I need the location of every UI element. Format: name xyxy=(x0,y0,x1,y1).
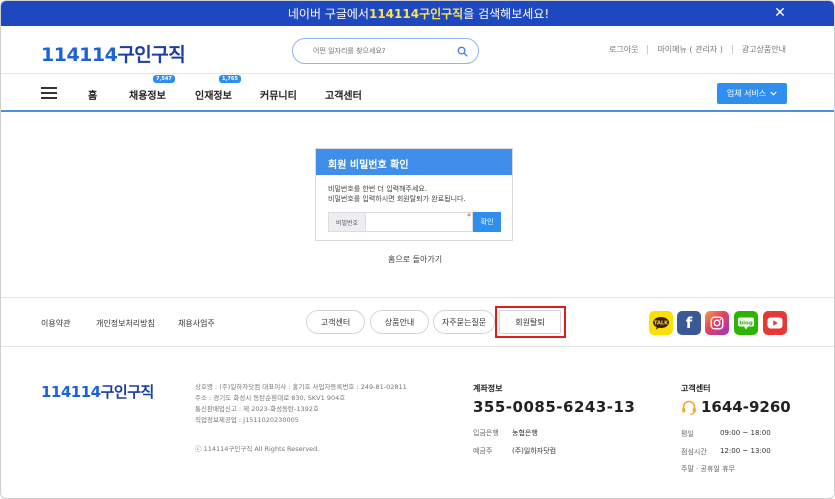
weekday-value: 09:00 ~ 18:00 xyxy=(720,429,771,437)
holder-label: 예금주 xyxy=(473,447,493,455)
password-confirm-card: 회원 비밀번호 확인 비밀번호를 한번 더 입력해주세요. 비밀번호를 입력하시… xyxy=(315,148,513,241)
card-title: 회원 비밀번호 확인 xyxy=(316,149,512,175)
pill-customer-center[interactable]: 고객센터 xyxy=(306,310,365,334)
business-info-line: 직업정보제공업 : J1511020230005 xyxy=(195,416,299,424)
ad-products-link[interactable]: 광고상품안내 xyxy=(742,44,786,55)
headset-icon xyxy=(682,400,696,415)
nav-divider-top xyxy=(1,73,834,74)
youtube-icon[interactable] xyxy=(763,311,787,335)
nav-item-label: 채용정보 xyxy=(129,91,166,102)
business-info-line: 주소 : 경기도 화성시 동탄순환대로 830, SKV1 904호 xyxy=(195,394,346,402)
weekday-hours-row: 평일 09:00 ~ 18:00 xyxy=(681,429,771,439)
youtube-play-icon xyxy=(767,317,783,329)
nav-item-label: 고객센터 xyxy=(325,91,362,102)
logout-link[interactable]: 로그아웃 xyxy=(609,44,638,55)
banner-highlight: 114114구인구직 xyxy=(368,7,464,21)
search-box xyxy=(292,38,479,64)
top-links: 로그아웃 마이메뉴 ( 관리자 ) 광고상품안내 xyxy=(609,44,786,55)
page-frame: 네이버 구글에서 114114구인구직 을 검색해보세요! ✕ 114114구인… xyxy=(0,0,835,499)
nav-item-label: 홈 xyxy=(88,91,98,102)
pill-product-info[interactable]: 상품안내 xyxy=(370,310,429,334)
logo-number: 114114 xyxy=(41,383,101,401)
nav-item-label: 인재정보 xyxy=(195,91,232,102)
blog-bubble-icon: blog xyxy=(738,317,754,330)
nav-item-jobs[interactable]: 채용정보 7,547 xyxy=(129,75,175,102)
nav-item-label: 커뮤니티 xyxy=(260,91,297,102)
nav-item-customer-center[interactable]: 고객센터 xyxy=(325,87,362,102)
nav-badge-talent-count: 1,765 xyxy=(219,75,241,83)
card-desc-line: 비밀번호를 한번 더 입력해주세요. xyxy=(328,185,428,193)
lunch-label: 점심시간 xyxy=(681,448,707,456)
banner-text-after: 을 검색해보세요! xyxy=(463,7,550,21)
nav-item-community[interactable]: 커뮤니티 xyxy=(260,87,297,102)
biz-service-button[interactable]: 업체 서비스 xyxy=(717,83,787,104)
privacy-policy-link[interactable]: 개인정보처리방침 xyxy=(96,318,155,329)
biz-service-label: 업체 서비스 xyxy=(726,89,767,98)
promo-banner: 네이버 구글에서 114114구인구직 을 검색해보세요! ✕ xyxy=(1,1,834,26)
footer-logo[interactable]: 114114구인구직 xyxy=(41,381,154,402)
business-info: 상호명 : (주)일하자닷컴 대표이사 : 홍기호 사업자등록번호 : 249-… xyxy=(195,382,407,426)
highlight-frame xyxy=(495,306,566,338)
weekend-note: 주말 · 공휴일 휴무 xyxy=(681,465,735,473)
holder-row: 예금주 (주)일하자닷컴 xyxy=(473,446,556,456)
naver-blog-icon[interactable]: blog xyxy=(734,311,758,335)
customer-service-title: 고객센터 xyxy=(681,384,711,393)
blog-label: blog xyxy=(739,320,753,326)
confirm-button[interactable]: 확인 xyxy=(473,212,501,232)
banner-text-before: 네이버 구글에서 xyxy=(287,7,369,21)
logo-text: 구인구직 xyxy=(117,44,186,66)
footer-divider-top xyxy=(1,297,834,298)
bank-value: 농협은행 xyxy=(512,429,538,437)
customer-service-phone: 1644-9260 xyxy=(681,398,791,416)
kakao-label: TALK xyxy=(654,321,669,327)
terms-link[interactable]: 이용약관 xyxy=(41,318,70,329)
password-label: 비밀번호 xyxy=(328,212,366,232)
employer-link[interactable]: 채용사업주 xyxy=(178,318,215,329)
nav-item-home[interactable]: 홈 xyxy=(88,87,97,102)
instagram-icon[interactable] xyxy=(705,311,729,335)
search-input[interactable] xyxy=(313,44,453,58)
footer-divider-bottom xyxy=(1,346,834,347)
divider xyxy=(647,45,649,54)
close-icon[interactable]: ✕ xyxy=(772,5,788,21)
logo-text: 구인구직 xyxy=(100,383,155,401)
lunch-hours-row: 점심시간 12:00 ~ 13:00 xyxy=(681,447,771,457)
account-number: 355-0085-6243-13 xyxy=(473,398,636,416)
my-menu-link[interactable]: 마이메뉴 ( 관리자 ) xyxy=(657,44,722,55)
copyright: ⓒ 114114구인구직 All Rights Reserved. xyxy=(195,445,320,453)
search-icon[interactable] xyxy=(457,46,468,57)
kakao-bubble-icon: TALK xyxy=(653,317,669,330)
card-desc-line: 비밀번호를 입력하시면 회원탈퇴가 완료됩니다. xyxy=(328,195,466,203)
holder-value: (주)일하자닷컴 xyxy=(512,447,557,455)
hamburger-menu-icon[interactable] xyxy=(41,87,57,99)
kakao-talk-icon[interactable]: TALK xyxy=(649,311,673,335)
password-field[interactable] xyxy=(366,212,473,232)
bank-row: 입금은행 농협은행 xyxy=(473,428,538,438)
instagram-glyph-icon xyxy=(710,316,724,330)
nav-divider-bottom xyxy=(1,110,834,112)
nav-badge-jobs-count: 7,547 xyxy=(153,75,175,83)
account-title: 계좌정보 xyxy=(473,384,503,393)
business-info-line: 상호명 : (주)일하자닷컴 대표이사 : 홍기호 사업자등록번호 : 249-… xyxy=(195,383,407,391)
pill-faq[interactable]: 자주묻는질문 xyxy=(433,310,495,334)
required-mark: * xyxy=(467,212,471,221)
divider xyxy=(731,45,733,54)
card-description: 비밀번호를 한번 더 입력해주세요. 비밀번호를 입력하시면 회원탈퇴가 완료됩… xyxy=(328,184,466,204)
facebook-icon[interactable]: f xyxy=(677,311,701,335)
chevron-down-icon xyxy=(770,91,777,96)
business-info-line: 통신판매업신고 : 제 2023-화성동탄-1392호 xyxy=(195,405,319,413)
home-back-link[interactable]: 홈으로 돌아가기 xyxy=(388,254,442,265)
site-logo[interactable]: 114114구인구직 xyxy=(41,40,186,67)
bank-label: 입금은행 xyxy=(473,429,499,437)
phone-number: 1644-9260 xyxy=(701,398,791,416)
logo-number: 114114 xyxy=(41,44,118,66)
facebook-label: f xyxy=(685,314,693,332)
nav-item-talent[interactable]: 인재정보 1,765 xyxy=(195,75,241,102)
weekday-label: 평일 xyxy=(681,430,694,438)
lunch-value: 12:00 ~ 13:00 xyxy=(720,447,771,455)
